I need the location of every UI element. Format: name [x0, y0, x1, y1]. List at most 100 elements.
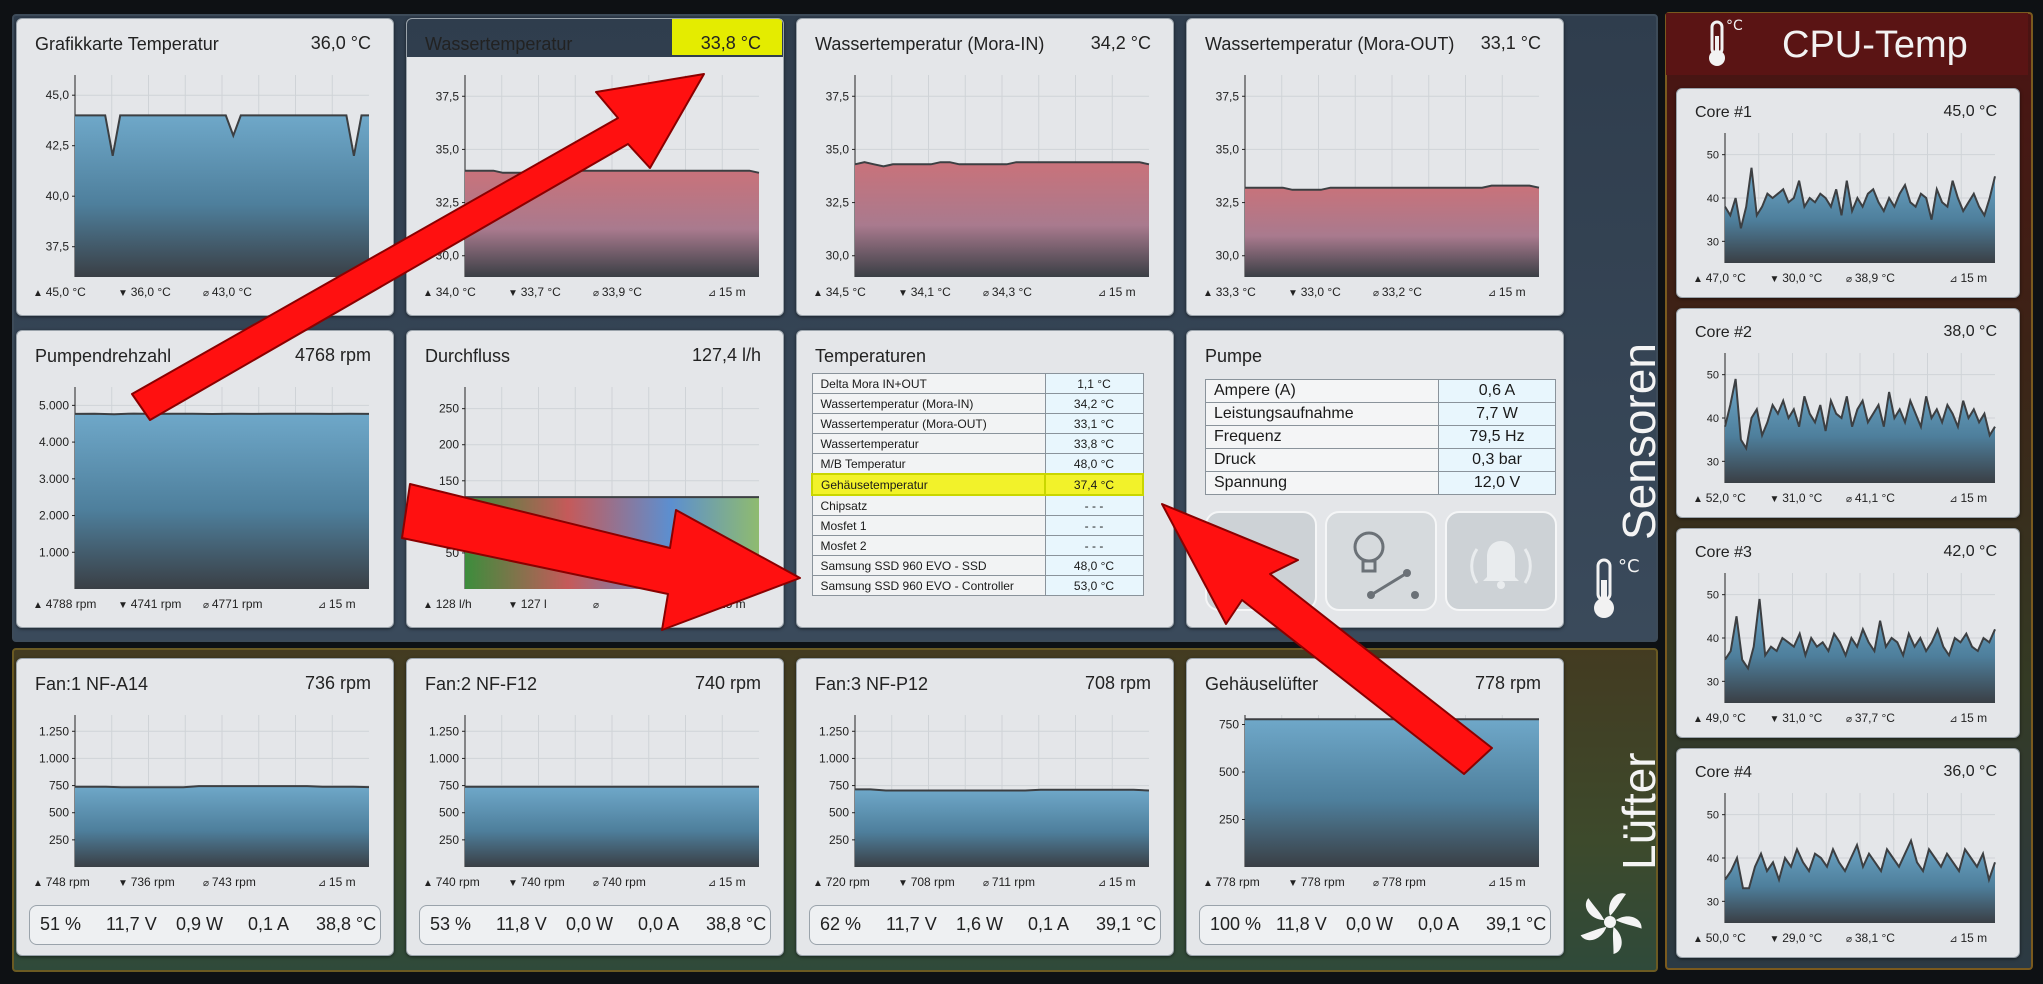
stat-value: 52,0 °C	[1705, 491, 1746, 505]
panel-title: Core #1	[1695, 104, 1752, 121]
core1-panel[interactable]: Core #1 45,0 °C 50 40 30 ▲ 47,0 °C ▼ 30,0 °C…	[1676, 88, 2020, 298]
axis-tick-label: 30,0	[1216, 249, 1240, 263]
fan2-panel[interactable]: Fan:2 NF-F12 740 rpm 1.250 1.000 750 500 250…	[406, 658, 784, 956]
max-icon: ▲	[1203, 878, 1216, 889]
stat-value: 33,0 °C	[1300, 285, 1341, 299]
mora-in-panel[interactable]: Wassertemperatur (Mora-IN) 34,2 °C 37,5 3…	[796, 18, 1174, 316]
axis-tick-label: 30,0	[826, 249, 850, 263]
timespan-icon: ⊿	[1097, 878, 1109, 889]
min-icon-stat: ▼ 33,0 °C	[1288, 285, 1341, 299]
pump-label: Druck	[1205, 448, 1439, 472]
stat-value: 50,0 °C	[1705, 931, 1746, 945]
light-switch-button[interactable]	[1325, 511, 1437, 611]
thermometer-icon: °C	[1709, 18, 1743, 66]
pump-rpm-panel[interactable]: Pumpendrehzahl 4768 rpm 5.000 4.000 3.000 2…	[16, 330, 394, 628]
panel-value: 740 rpm	[694, 673, 761, 693]
axis-tick-label: 3.000	[39, 472, 69, 486]
timespan-icon: ⊿	[1487, 288, 1499, 299]
core2-panel[interactable]: Core #2 38,0 °C 50 40 30 ▲ 52,0 °C ▼ 31,0 °C…	[1676, 308, 2020, 518]
avg-icon-stat: ⌀ 711 rpm	[983, 875, 1035, 889]
panel-value: 38,0 °C	[1943, 323, 1997, 340]
sensor-chart: 1.250 1.000 750 500 250	[429, 715, 759, 867]
series-area	[1245, 719, 1539, 867]
max-icon-stat: ▲ 748 rpm	[33, 875, 90, 889]
water-temp-panel[interactable]: Wassertemperatur 33,8 °C 37,5 35,0 32,5 30,…	[406, 18, 784, 316]
panel-value: 42,0 °C	[1943, 543, 1997, 560]
max-icon-stat: ▲ 740 rpm	[423, 875, 480, 889]
axis-tick-label: 37,5	[436, 89, 460, 103]
fan-detail-value: 53 %	[430, 914, 472, 934]
axis-tick-label: 500	[1219, 765, 1239, 779]
fan-detail-value: 11,7 V	[886, 914, 937, 934]
axis-tick-label: 150	[439, 474, 459, 488]
stat-value: 34,3 °C	[991, 285, 1032, 299]
min-icon-stat: ▼ 33,7 °C	[508, 285, 561, 299]
temp-label: Wassertemperatur (Mora-OUT)	[811, 413, 1046, 434]
fan-detail-value: 0,9 W	[176, 914, 224, 934]
mora-out-panel[interactable]: Wassertemperatur (Mora-OUT) 33,1 °C 37,5…	[1186, 18, 1564, 316]
stat-value: 778 rpm	[1215, 875, 1260, 889]
axis-tick-label: 750	[49, 779, 69, 793]
axis-tick-label: 40	[1707, 853, 1719, 865]
fan-details-bar: 53 % 11,8 V 0,0 W 0,0 A 38,8 °C	[419, 905, 771, 945]
temp-value: - - -	[1044, 494, 1144, 516]
stat-value: 711 rpm	[991, 875, 1035, 889]
axis-tick-label: 50	[1707, 150, 1719, 162]
sensor-chart: 45,0 42,5 40,0 37,5	[46, 75, 369, 278]
pump-panel: Pumpe Ampere (A) 0,6 A Leistungsaufnahme 7,…	[1186, 330, 1564, 628]
pump-value: 7,7 W	[1438, 402, 1556, 426]
stat-value: 736 rpm	[130, 875, 175, 889]
case-fan-panel[interactable]: Gehäuselüfter 778 rpm 750 500 250 ▲ 778 rpm…	[1186, 658, 1564, 956]
panel-title: Gehäuselüfter	[1205, 674, 1319, 694]
sensors-thermometer-icon: °C	[1594, 556, 1640, 618]
axis-tick-label: 500	[829, 806, 849, 820]
stat-value: 15 m	[1108, 875, 1136, 889]
max-icon-stat: ▲ 34,0 °C	[423, 285, 476, 299]
avg-icon-stat: ⌀ 740 rpm	[593, 875, 646, 889]
lightbulb-switch-icon	[1353, 531, 1419, 599]
sensors-celsius-symbol: °C	[1618, 556, 1640, 577]
fan3-panel[interactable]: Fan:3 NF-P12 708 rpm 1.250 1.000 750 500 250…	[796, 658, 1174, 956]
max-icon-stat: ▲ 47,0 °C	[1693, 271, 1746, 285]
panel-title: Pumpe	[1205, 346, 1263, 366]
max-icon-stat: ▲ 4788 rpm	[33, 597, 96, 611]
axis-tick-label: 42,5	[46, 139, 70, 153]
avg-icon-stat: ⌀ 4771 rpm	[203, 597, 263, 611]
sensors-label: Sensoren	[1613, 343, 1665, 540]
max-icon: ▲	[1693, 714, 1706, 725]
min-icon: ▼	[1288, 878, 1301, 889]
gpu-temp-panel[interactable]: Grafikkarte Temperatur 36,0 °C 45,0 42,5 4…	[16, 18, 394, 316]
max-icon: ▲	[813, 878, 826, 889]
timespan-icon-stat: ⊿ 15 m	[1098, 285, 1136, 299]
temp-value: 1,1 °C	[1044, 373, 1144, 394]
core4-panel[interactable]: Core #4 36,0 °C 50 40 30 ▲ 50,0 °C ▼ 29,0 °C…	[1676, 748, 2020, 958]
core3-panel[interactable]: Core #3 42,0 °C 50 40 30 ▲ 49,0 °C ▼ 31,0 °C…	[1676, 528, 2020, 738]
alarm-bell-button[interactable]	[1445, 511, 1557, 611]
fan-details-bar: 51 % 11,7 V 0,9 W 0,1 A 38,8 °C	[29, 905, 381, 945]
timespan-icon-stat: ⊿ 15 m	[1488, 285, 1526, 299]
series-line	[74, 412, 370, 416]
panel-title: Durchfluss	[425, 346, 511, 366]
pump-row: Ampere (A) 0,6 A	[1205, 379, 1556, 403]
axis-tick-label: 35,0	[826, 142, 850, 156]
pump-label: Ampere (A)	[1205, 379, 1439, 403]
series-area	[465, 497, 759, 589]
flow-panel[interactable]: Durchfluss 127,4 l/h 250 200 150 100 50 ▲ 128…	[406, 330, 784, 628]
axis-tick-label: 1.000	[39, 751, 69, 765]
stat-value: 30,0 °C	[1782, 271, 1823, 285]
pump-mode-button[interactable]	[1205, 511, 1317, 611]
temp-value: 53,0 °C	[1044, 575, 1144, 596]
axis-tick-label: 50	[1707, 590, 1719, 602]
fan-icon	[1580, 893, 1642, 955]
chart-stats: ▲ 128 l/h ▼ 127 l ⌀ ⊿ 15 m	[423, 597, 763, 615]
temp-row: Samsung SSD 960 EVO - SSD 48,0 °C	[811, 555, 1144, 576]
panel-title: Wassertemperatur (Mora-OUT)	[1205, 34, 1455, 54]
timespan-icon-stat: ⊿ 15 m	[1949, 931, 1987, 945]
sensor-chart: 5.000 4.000 3.000 2.000 1.000	[39, 387, 370, 589]
temp-row: Chipsatz - - -	[811, 494, 1144, 516]
max-icon: ▲	[423, 288, 436, 299]
fan1-panel[interactable]: Fan:1 NF-A14 736 rpm 1.250 1.000 750 500 250…	[16, 658, 394, 956]
min-icon-stat: ▼ 34,1 °C	[898, 285, 951, 299]
temp-value: 37,4 °C	[1044, 473, 1144, 496]
stat-value: 778 rpm	[1300, 875, 1345, 889]
